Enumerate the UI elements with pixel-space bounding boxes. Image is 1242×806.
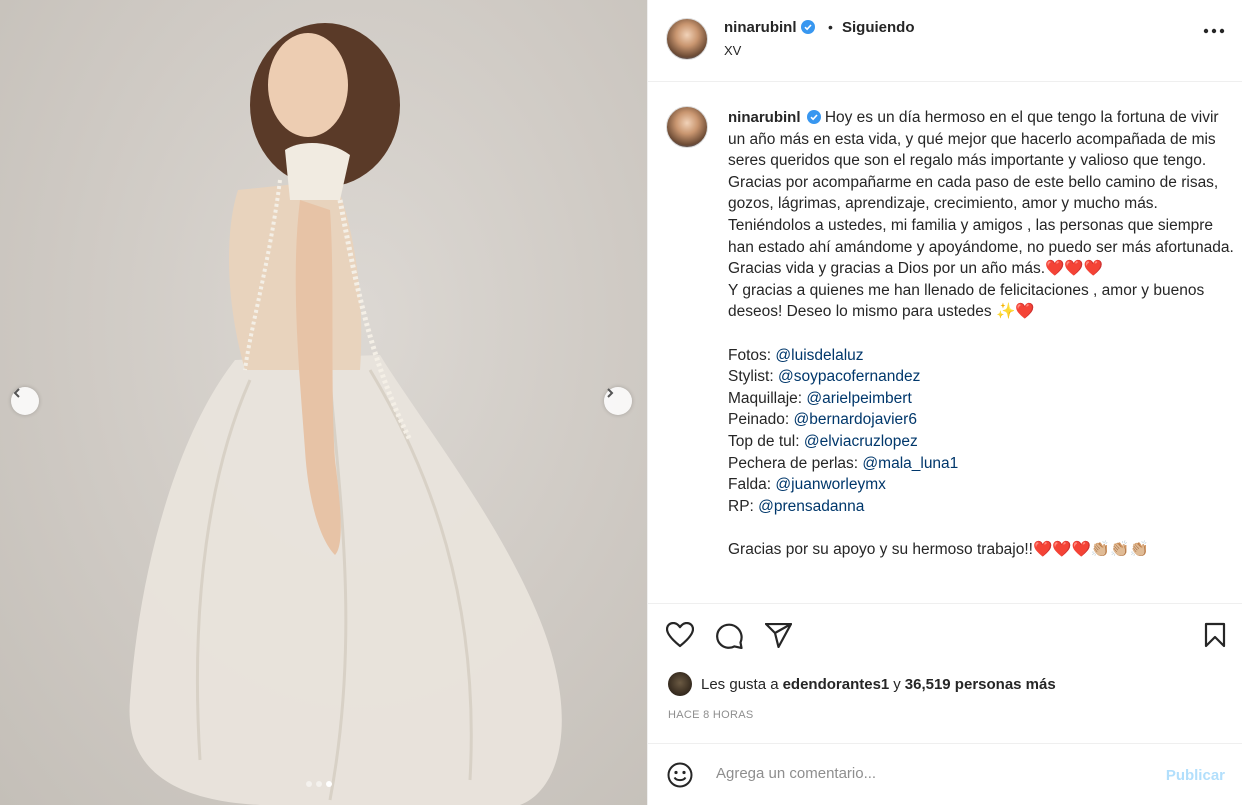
closing-emoji: ❤️❤️❤️👏🏼👏🏼👏🏼 bbox=[1032, 540, 1149, 558]
carousel-dot bbox=[316, 781, 322, 787]
likes-summary: Les gusta a edendorantes1 y 36,519 perso… bbox=[668, 672, 1060, 696]
post-photo[interactable] bbox=[0, 0, 647, 805]
following-button[interactable]: Siguiendo bbox=[842, 19, 915, 36]
like-button[interactable] bbox=[665, 620, 695, 650]
verified-badge-icon bbox=[806, 110, 821, 124]
carousel-prev-button[interactable] bbox=[11, 387, 39, 415]
paper-plane-icon bbox=[764, 622, 792, 648]
carousel-next-button[interactable] bbox=[604, 387, 632, 415]
caption-username[interactable]: ninarubinl bbox=[728, 109, 801, 126]
post-actions bbox=[648, 610, 1242, 660]
credit-line: Peinado: @bernardojavier6 bbox=[728, 411, 917, 429]
carousel-indicator bbox=[306, 781, 332, 787]
liker-avatar[interactable] bbox=[668, 672, 692, 696]
caption-line-2: Y gracias a quienes me han llenado de fe… bbox=[728, 281, 1205, 321]
username-text[interactable]: ninarubinl bbox=[724, 19, 797, 36]
post-username[interactable]: ninarubinl bbox=[724, 19, 815, 36]
mention-link[interactable]: @prensadanna bbox=[758, 498, 864, 515]
likes-count[interactable]: 36,519 personas más bbox=[905, 676, 1056, 693]
header-separator: • bbox=[828, 19, 833, 35]
comment-button[interactable] bbox=[714, 620, 744, 650]
mention-link[interactable]: @elviacruzlopez bbox=[804, 433, 918, 450]
closing-line: Gracias por su apoyo y su hermoso trabaj… bbox=[728, 540, 1033, 558]
mention-link[interactable]: @bernardojavier6 bbox=[794, 411, 917, 428]
avatar[interactable] bbox=[666, 18, 708, 60]
credit-line: Top de tul: @elviacruzlopez bbox=[728, 432, 918, 450]
caption-area: ninarubinl Hoy es un día hermoso en el q… bbox=[648, 82, 1242, 604]
photo-illustration bbox=[129, 23, 562, 805]
mention-link[interactable]: @juanworleymx bbox=[775, 476, 886, 493]
credit-line: Fotos: @luisdelaluz bbox=[728, 346, 864, 364]
likes-connector: y bbox=[893, 675, 901, 693]
credit-line: RP: @prensadanna bbox=[728, 497, 865, 515]
mention-link[interactable]: @soypacofernandez bbox=[778, 368, 920, 385]
bookmark-icon bbox=[1204, 622, 1226, 648]
carousel-dot bbox=[306, 781, 312, 787]
mention-link[interactable]: @arielpeimbert bbox=[806, 390, 911, 407]
chevron-right-icon bbox=[607, 388, 614, 398]
caption-body: Hoy es un día hermoso en el que tengo la… bbox=[728, 109, 1234, 278]
publish-button[interactable]: Publicar bbox=[1166, 767, 1225, 784]
chevron-left-icon bbox=[13, 388, 20, 398]
credit-line: Pechera de perlas: @mala_luna1 bbox=[728, 454, 959, 472]
credit-line: Stylist: @soypacofernandez bbox=[728, 368, 921, 386]
comment-bubble-icon bbox=[715, 623, 743, 649]
share-button[interactable] bbox=[763, 620, 793, 650]
comment-input[interactable] bbox=[714, 764, 1098, 783]
heart-icon bbox=[666, 622, 694, 648]
credit-line: Falda: @juanworleymx bbox=[728, 476, 886, 494]
caption-text: ninarubinl Hoy es un día hermoso en el q… bbox=[728, 107, 1234, 560]
post-header: ninarubinl • Siguiendo XV bbox=[648, 0, 1242, 82]
post-timestamp[interactable]: HACE 8 HORAS bbox=[668, 709, 754, 721]
sparkle-heart-emoji: ✨❤️ bbox=[995, 303, 1035, 321]
mention-link[interactable]: @mala_luna1 bbox=[862, 455, 958, 472]
credit-line: Maquillaje: @arielpeimbert bbox=[728, 389, 912, 407]
save-button[interactable] bbox=[1200, 620, 1230, 650]
more-options-icon[interactable] bbox=[1203, 28, 1225, 34]
verified-badge-icon bbox=[800, 20, 815, 34]
mention-link[interactable]: @luisdelaluz bbox=[775, 347, 863, 364]
liker-username[interactable]: edendorantes1 bbox=[783, 676, 890, 693]
carousel-dot-active bbox=[326, 781, 332, 787]
post-side-panel: ninarubinl • Siguiendo XV ninarubinl Hoy… bbox=[647, 0, 1242, 805]
caption-avatar[interactable] bbox=[666, 106, 708, 148]
likes-prefix: Les gusta a bbox=[701, 675, 779, 693]
hearts-emoji: ❤️❤️❤️ bbox=[1045, 260, 1103, 278]
comment-box: Publicar bbox=[648, 743, 1242, 806]
post-subtitle: XV bbox=[724, 43, 742, 58]
smiley-face-icon[interactable] bbox=[667, 762, 693, 788]
